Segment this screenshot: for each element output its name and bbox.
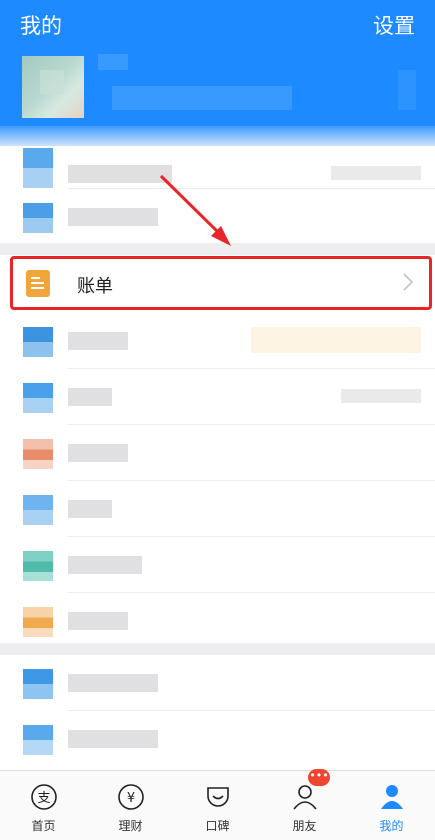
blurred-text [68,730,158,748]
menu-row-blurred[interactable] [0,711,435,770]
app-screen: 我的 设置 账单 支 首页 ¥ 理财 口碑 朋友 ••• 我的 [0,0,435,840]
bill-row[interactable]: 账单 [10,256,432,310]
profile-name-blurred [98,54,128,70]
tab-me[interactable]: 我的 [348,771,435,840]
blurred-text [68,332,128,350]
friends-badge: ••• [308,769,330,786]
menu-row-blurred[interactable] [0,481,435,537]
blurred-text [68,556,142,574]
yuan-icon: ¥ [118,784,144,810]
blurred-icon [23,669,53,699]
blurred-text [68,674,158,692]
svg-text:支: 支 [37,791,50,806]
header-fade [0,126,435,146]
tab-label: 朋友 [292,819,317,833]
blurred-icon [23,383,53,413]
blurred-icon [23,327,53,357]
tab-label: 首页 [31,819,56,833]
chevron-right-icon [403,273,414,295]
tab-label: 我的 [379,819,404,833]
avatar[interactable] [22,56,84,118]
tab-finance[interactable]: ¥ 理财 [87,771,174,840]
menu-row-blurred[interactable] [0,189,435,243]
settings-button[interactable]: 设置 [373,10,415,40]
profile-arrow-blurred [398,70,416,110]
blurred-icon [23,439,53,469]
menu-row-blurred[interactable] [0,369,435,425]
menu-row-blurred[interactable] [0,593,435,649]
blurred-icon [23,495,53,525]
tab-label: 理财 [118,819,143,833]
menu-row-blurred[interactable] [0,655,435,711]
bill-label: 账单 [77,276,113,297]
tab-koubei[interactable]: 口碑 [174,771,261,840]
tab-label: 口碑 [205,819,230,833]
blurred-icon [23,551,53,581]
blurred-text [68,612,128,630]
svg-text:¥: ¥ [127,791,135,806]
blurred-icon [23,148,53,188]
blurred-icon [23,203,53,233]
profile-info-blurred [112,86,292,110]
blurred-text [68,388,112,406]
blurred-icon [23,725,53,755]
koubei-icon [207,787,229,807]
blurred-icon [23,607,53,637]
blurred-value [341,389,421,403]
tab-friends[interactable]: 朋友 [261,771,348,840]
profile-icon [381,785,403,809]
tab-bar: 支 首页 ¥ 理财 口碑 朋友 ••• 我的 [0,769,435,840]
alipay-icon: 支 [31,784,57,810]
tab-home[interactable]: 支 首页 [0,771,87,840]
blurred-value [331,166,421,180]
blurred-text [68,165,172,183]
page-title: 我的 [20,14,62,38]
blurred-text [68,444,128,462]
blurred-text [68,500,112,518]
menu-row-blurred[interactable] [0,425,435,481]
friends-icon [293,785,317,810]
menu-row-blurred[interactable] [0,313,435,369]
section-gap [0,643,435,655]
menu-row-blurred[interactable] [0,537,435,593]
header: 我的 设置 [0,0,435,146]
bill-icon [26,270,50,297]
blurred-value [251,327,421,353]
section-gap [0,243,435,255]
blurred-text [68,208,158,226]
